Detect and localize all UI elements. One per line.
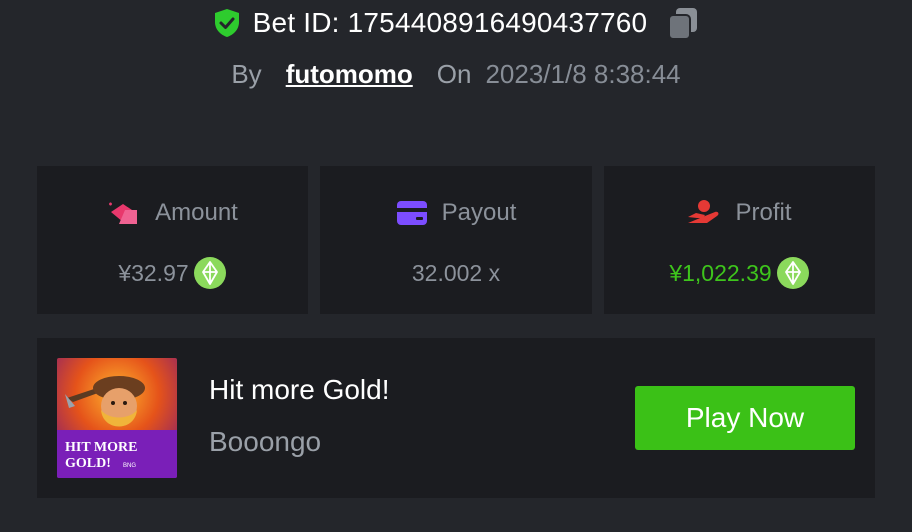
amount-label: Amount [155,199,238,226]
thumb-caption-line1: HIT MORE [65,440,137,455]
bet-id-row: Bet ID: 17544089164904377​60 [0,4,912,42]
eos-coin-icon [776,257,809,289]
profit-label: Profit [735,199,792,226]
thumb-brand: BNG [123,463,136,469]
thumb-caption-line2: GOLD! [65,456,111,471]
payout-label: Payout [441,199,517,226]
game-thumbnail[interactable]: HIT MORE GOLD! BNG [57,358,177,478]
amount-card: Amount ¥32.97 [37,166,308,314]
payout-value: 32.002 x [411,259,501,286]
copy-icon[interactable] [667,6,699,40]
bet-datetime: 2023/1/8 8:38:44 [485,59,681,89]
amount-value: ¥32.97 [118,259,189,286]
game-card: HIT MORE GOLD! BNG Hit more Gold! Booong… [37,338,875,498]
shield-check-icon [214,9,239,37]
bet-id: Bet ID: 17544089164904377​60 [252,7,648,38]
profit-value: ¥1,022.39 [669,259,772,286]
profit-card: Profit ¥1,022.39 [604,166,875,314]
play-now-button[interactable]: Play Now [635,386,855,450]
payout-card: Payout 32.002 x [320,166,592,314]
game-title[interactable]: Hit more Gold! [209,374,390,406]
wallet-card-icon [396,201,427,225]
coins-icon [109,202,138,224]
hand-profit-icon [688,200,719,223]
bet-meta-row: By futomomo On 2023/1/8 8:38:44 [0,56,912,92]
game-provider: Booongo [209,426,322,457]
by-label: By [231,59,262,89]
bet-stats: Amount ¥32.97 Payout 32.002 x Profit ¥1,… [37,166,875,314]
on-label: On [436,59,472,89]
username-link[interactable]: futomomo [286,56,413,92]
eos-coin-icon [193,257,226,289]
